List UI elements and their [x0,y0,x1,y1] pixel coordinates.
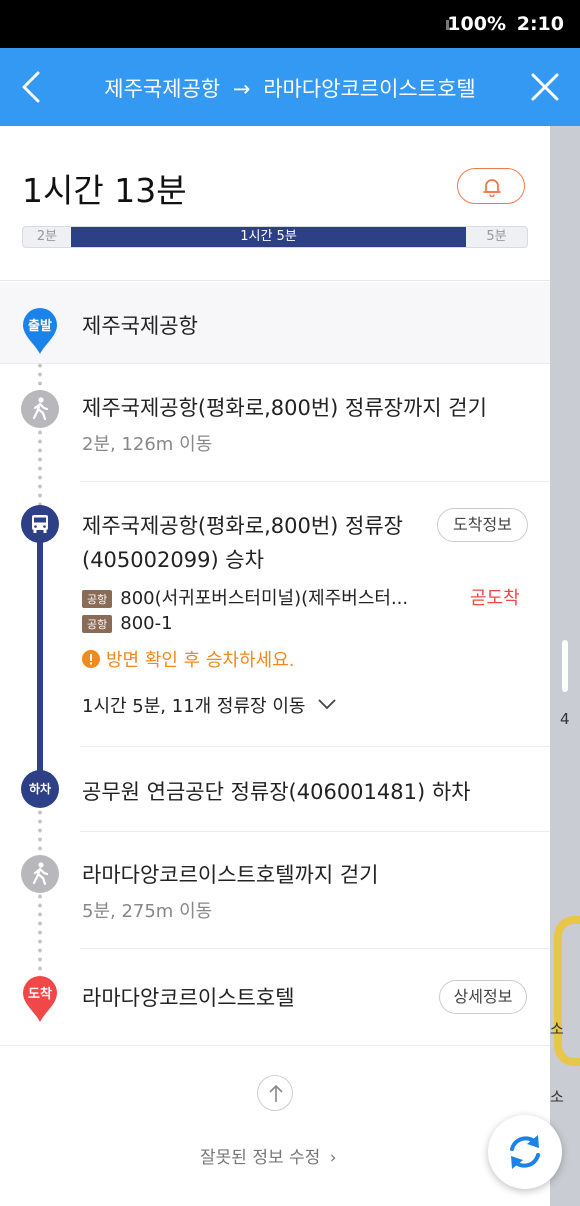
bus-line-name: 800(서귀포버스터미널)(제주버스터... [120,588,409,609]
bus-line-name: 800-1 [120,613,173,634]
divider [0,1045,550,1046]
bus-line-row[interactable]: 공항 800(서귀포버스터미널)(제주버스터... [82,584,408,610]
map-label: 4 [560,710,570,728]
route-summary: 1시간 13분 2분 1시간 5분 5분 [0,126,550,281]
destination-name: 라마다앙코르이스트호텔 [82,986,295,1010]
origin-badge: 출발 [28,319,52,334]
total-duration: 1시간 13분 [22,171,187,210]
map-label: 소 [550,1020,564,1038]
map-label: 소 [550,1088,564,1106]
board-stop-title: 제주국제공항(평화로,800번) 정류장 [82,514,403,538]
origin-row[interactable]: 출발 제주국제공항 [0,282,550,364]
destination-badge: 도착 [28,987,52,1002]
report-error-link[interactable]: 잘못된 정보 수정 › [200,1143,337,1168]
walk-step-info: 2분, 126m 이동 [82,434,213,455]
bus-icon [21,505,59,543]
status-bar: 100% 2:10 [0,0,580,48]
origin-pin-icon: 출발 [21,306,59,354]
refresh-icon [510,1135,540,1169]
chevron-left-icon [22,71,40,103]
chevron-right-icon: › [329,1148,337,1168]
arrow-up-icon [269,1084,283,1102]
board-stop-id: (405002099) 승차 [82,548,264,572]
bell-icon [483,179,501,198]
origin-name: 제주국제공항 [82,314,198,338]
divider [80,948,550,949]
warning-text: 방면 확인 후 승차하세요. [106,650,295,671]
bus-segment: 1시간 5분 [71,227,466,247]
destination-pin-icon: 도착 [21,974,59,1022]
alight-badge-icon: 하차 [21,770,59,808]
walk-icon [21,855,59,893]
route-type-badge: 공항 [82,590,113,608]
report-error-label: 잘못된 정보 수정 [200,1148,321,1168]
route-destination-label: 라마다앙코르이스트호텔 [263,77,476,101]
battery-level: 100% [447,13,506,35]
walk-segment: 2분 [36,229,58,244]
alight-stop-title: 공무원 연금공단 정류장(406001481) 하차 [82,780,471,804]
walk-icon [21,390,59,428]
ride-summary: 1시간 5분, 11개 정류장 이동 [82,696,306,717]
walk-step-info: 5분, 275m 이동 [82,901,213,922]
route-origin-label: 제주국제공항 [104,77,221,101]
divider [80,746,550,747]
detail-info-button[interactable]: 상세정보 [439,980,527,1014]
walk-connector [38,428,42,510]
walk-connector [38,892,42,976]
route-type-badge: 공항 [82,615,113,633]
back-button[interactable] [18,70,48,104]
walk-step-title: 제주국제공항(평화로,800번) 정류장까지 걷기 [82,396,487,420]
walk-connector [38,808,42,856]
clock: 2:10 [516,13,564,35]
walk-segment: 5분 [486,229,507,244]
close-icon [531,73,559,101]
bus-line-row[interactable]: 공항 800-1 [82,613,173,634]
stops-expand-toggle[interactable]: 1시간 5분, 11개 정류장 이동 [82,692,337,718]
map-road [554,916,580,1066]
route-title: 제주국제공항 → 라마다앙코르이스트호텔 [70,73,510,103]
refresh-button[interactable] [488,1115,562,1189]
arrow-icon: → [232,77,251,101]
alight-badge: 하차 [28,782,52,796]
arrival-status: 곧도착 [470,588,520,609]
chevron-down-icon [318,699,336,710]
divider [80,831,550,832]
route-header: 제주국제공항 → 라마다앙코르이스트호텔 [0,48,580,126]
scroll-top-button[interactable] [257,1075,293,1111]
warning-icon [82,650,100,668]
divider [80,481,550,482]
close-button[interactable] [530,72,560,102]
alarm-button[interactable] [457,168,525,204]
time-breakdown-bar: 2분 1시간 5분 5분 [22,226,528,248]
boarding-warning: 방면 확인 후 승차하세요. [82,646,295,672]
bus-connector [37,536,43,774]
walk-step-title: 라마다앙코르이스트호텔까지 걷기 [82,863,379,887]
arrival-info-button[interactable]: 도착정보 [437,508,528,542]
scrollbar-thumb[interactable] [562,640,568,692]
